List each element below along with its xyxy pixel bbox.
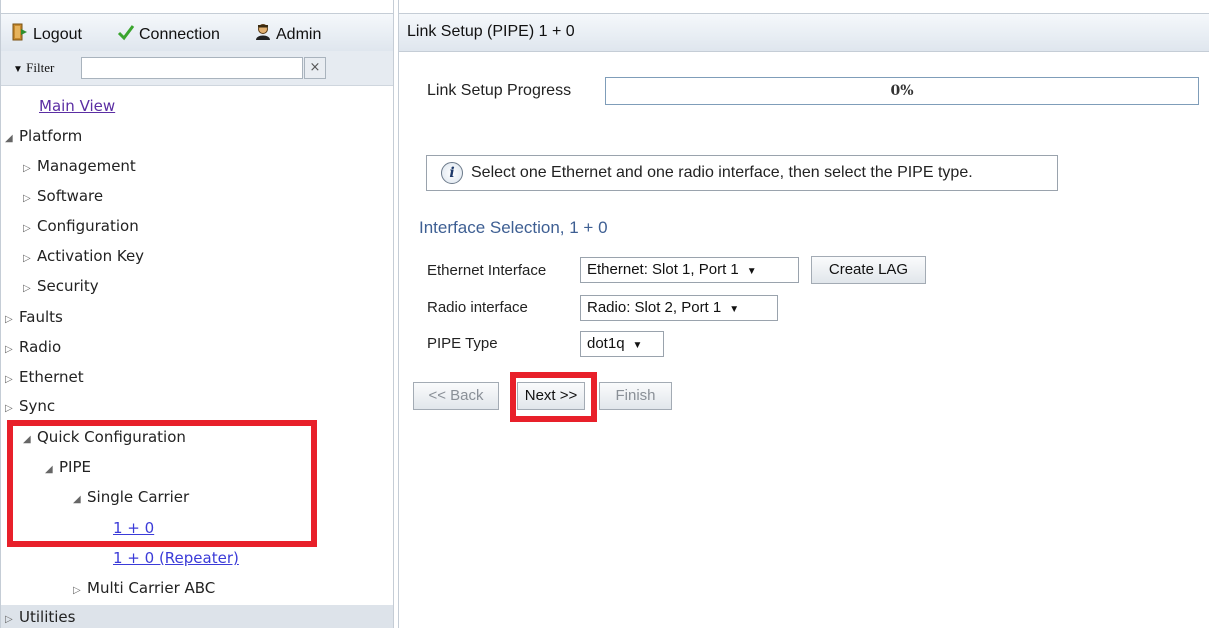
pipe-type-select[interactable]: dot1q ▼	[580, 331, 664, 357]
tree-item-label: Platform	[19, 127, 83, 145]
tree-item-main-view[interactable]: Main View	[39, 95, 115, 117]
info-text: Select one Ethernet and one radio interf…	[471, 164, 973, 181]
checkmark-icon	[117, 23, 135, 46]
tree-item-security[interactable]: ▷ Security	[23, 275, 99, 297]
triangle-right-icon: ▷	[73, 585, 81, 596]
tree-item-activation-key[interactable]: ▷ Activation Key	[23, 245, 144, 267]
triangle-right-icon: ▷	[5, 614, 13, 625]
tree-item-software[interactable]: ▷ Software	[23, 185, 103, 207]
navigation-panel: Logout Connection Admin ▼ Filter × Main …	[0, 0, 394, 628]
triangle-right-icon: ▷	[5, 314, 13, 325]
triangle-right-icon: ▷	[5, 374, 13, 385]
tree-item-label: Software	[37, 187, 104, 205]
filter-label-text: Filter	[26, 60, 55, 75]
tree-item-radio[interactable]: ▷ Radio	[5, 336, 61, 358]
tree-item-utilities[interactable]: ▷ Utilities	[5, 606, 75, 628]
chevron-down-icon: ▼	[746, 266, 757, 277]
ethernet-interface-select[interactable]: Ethernet: Slot 1, Port 1 ▼	[580, 257, 799, 283]
tree-item-label: Management	[37, 157, 136, 175]
tree-item-label: Configuration	[37, 217, 139, 235]
triangle-right-icon: ▷	[23, 223, 31, 234]
page-title-bar: Link Setup (PIPE) 1 + 0	[399, 13, 1209, 52]
tree-item-1-plus-0-repeater[interactable]: 1 + 0 (Repeater)	[113, 547, 239, 569]
tree-item-multi-carrier-abc[interactable]: ▷ Multi Carrier ABC	[73, 577, 215, 599]
navigation-tree: Main View ◢ Platform ▷ Management ▷ Softwar…	[1, 90, 393, 628]
info-icon: i	[441, 162, 463, 184]
tree-item-label: Multi Carrier ABC	[87, 579, 216, 597]
tree-item-label: Radio	[19, 338, 62, 356]
admin-label: Admin	[276, 25, 322, 43]
triangle-right-icon: ▷	[23, 193, 31, 204]
chevron-down-icon: ▼	[729, 304, 740, 315]
triangle-right-icon: ▷	[23, 283, 31, 294]
page-title: Link Setup (PIPE) 1 + 0	[407, 23, 575, 40]
radio-interface-label: Radio interface	[427, 299, 528, 316]
logout-door-icon	[11, 23, 29, 46]
tree-item-platform[interactable]: ◢ Platform	[5, 125, 82, 147]
progress-value: 0%	[890, 83, 914, 99]
radio-interface-value: Radio: Slot 2, Port 1	[587, 299, 722, 316]
tree-item-label: Utilities	[19, 608, 76, 626]
top-toolbar: Logout Connection Admin	[1, 13, 393, 52]
tree-item-sync[interactable]: ▷ Sync	[5, 395, 55, 417]
radio-interface-select[interactable]: Radio: Slot 2, Port 1 ▼	[580, 295, 778, 321]
section-title: Interface Selection, 1 + 0	[419, 218, 608, 237]
logout-label: Logout	[33, 25, 82, 43]
pipe-type-value: dot1q	[587, 335, 625, 352]
progress-label: Link Setup Progress	[427, 82, 572, 99]
tree-item-label: Security	[37, 277, 99, 295]
ethernet-interface-label: Ethernet Interface	[427, 262, 547, 279]
tree-item-configuration[interactable]: ▷ Configuration	[23, 215, 139, 237]
ethernet-interface-value: Ethernet: Slot 1, Port 1	[587, 261, 739, 278]
progress-bar: 0%	[605, 77, 1199, 105]
connection-label: Connection	[139, 25, 220, 43]
triangle-right-icon: ▷	[23, 163, 31, 174]
info-message: i Select one Ethernet and one radio inte…	[426, 155, 1058, 191]
highlight-box-next	[510, 372, 597, 422]
triangle-down-icon: ◢	[5, 133, 13, 144]
triangle-right-icon: ▷	[23, 253, 31, 264]
triangle-right-icon: ▷	[5, 403, 13, 414]
close-icon: ×	[309, 60, 321, 75]
tree-item-label: Activation Key	[37, 247, 145, 265]
pipe-type-label: PIPE Type	[427, 335, 498, 352]
tree-item-label: Faults	[19, 308, 63, 326]
create-lag-button[interactable]: Create LAG	[811, 256, 926, 284]
back-button[interactable]: << Back	[413, 382, 499, 410]
tree-item-label: Sync	[19, 397, 56, 415]
clear-filter-button[interactable]: ×	[304, 57, 326, 79]
triangle-right-icon: ▷	[5, 344, 13, 355]
filter-input[interactable]	[81, 57, 303, 79]
main-panel: Link Setup (PIPE) 1 + 0 Link Setup Progr…	[398, 0, 1209, 628]
connection-button[interactable]: Connection	[117, 23, 220, 46]
finish-button[interactable]: Finish	[599, 382, 672, 410]
logout-button[interactable]: Logout	[11, 23, 82, 46]
tree-item-faults[interactable]: ▷ Faults	[5, 306, 63, 328]
tree-item-label: Ethernet	[19, 368, 84, 386]
filter-label[interactable]: ▼ Filter	[13, 60, 54, 76]
filter-dropdown-icon: ▼	[13, 64, 23, 75]
tree-item-management[interactable]: ▷ Management	[23, 155, 136, 177]
admin-user-icon	[254, 23, 272, 46]
tree-item-ethernet[interactable]: ▷ Ethernet	[5, 366, 84, 388]
filter-bar: ▼ Filter ×	[1, 51, 393, 86]
admin-button[interactable]: Admin	[254, 23, 321, 46]
chevron-down-icon: ▼	[632, 340, 643, 351]
highlight-box-quick-configuration	[7, 420, 317, 547]
